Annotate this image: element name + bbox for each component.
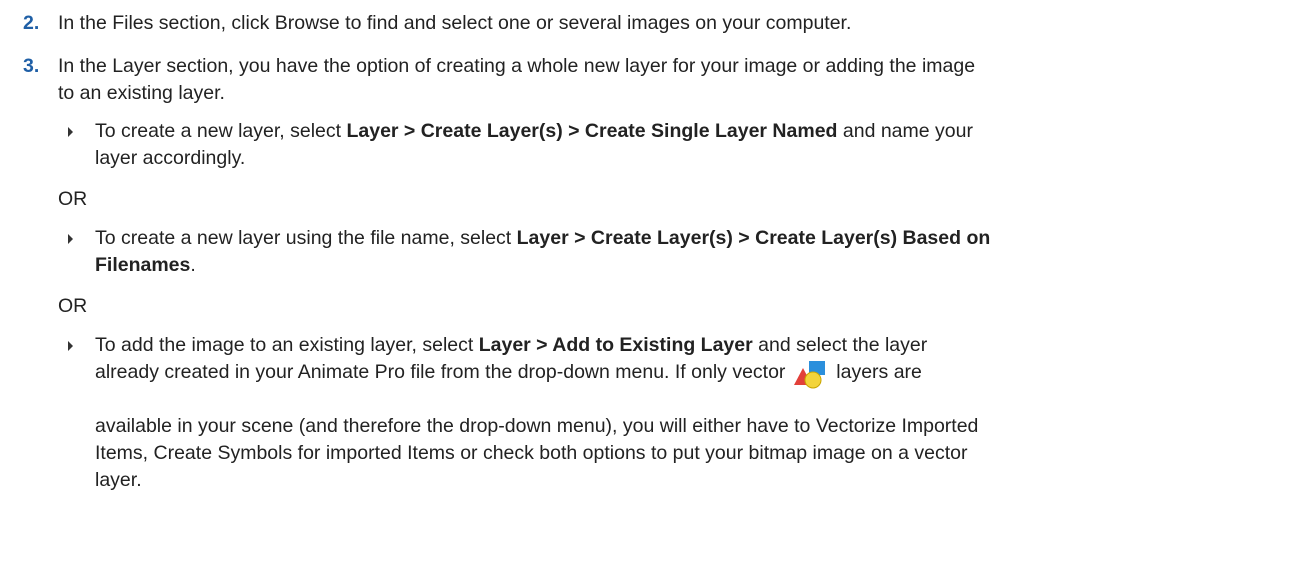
menu-path: Filenames — [95, 254, 191, 276]
bullet-marker — [68, 127, 73, 137]
or-label: OR — [58, 188, 88, 210]
option-text: layer accordingly. — [95, 147, 246, 169]
option-text: Items, Create Symbols for imported Items… — [95, 442, 968, 464]
option-text-post: . — [190, 254, 196, 276]
or-label: OR — [58, 295, 88, 317]
option-text-pre: To create a new layer, select — [95, 120, 347, 142]
option-text-pre: To create a new layer using the file nam… — [95, 227, 517, 249]
option-text-post: layers are — [830, 361, 922, 383]
step-text: In the Layer section, you have the optio… — [58, 55, 976, 77]
bullet-marker — [68, 234, 73, 244]
option-text: layer. — [95, 469, 142, 491]
option-text-pre: To add the image to an existing layer, s… — [95, 334, 479, 356]
document-page: 2. In the Files section, click Browse to… — [0, 0, 1306, 578]
menu-path: Layer > Create Layer(s) > Create Single … — [346, 120, 838, 142]
menu-path: Layer > Add to Existing Layer — [478, 334, 753, 356]
option-text: To add the image to an existing layer, s… — [95, 332, 927, 359]
option-text-post: and select the layer — [752, 334, 928, 356]
option-text: To create a new layer using the file nam… — [95, 225, 990, 252]
step-number: 3. — [23, 55, 40, 77]
step-text: In the Files section, click Browse to fi… — [58, 12, 852, 34]
bullet-marker — [68, 341, 73, 351]
option-text: Filenames. — [95, 252, 196, 279]
step-number: 2. — [23, 12, 40, 34]
step-text: to an existing layer. — [58, 82, 225, 104]
option-text-pre: already created in your Animate Pro file… — [95, 361, 791, 383]
menu-path: Layer > Create Layer(s) > Create Layer(s… — [516, 227, 991, 249]
option-text: To create a new layer, select Layer > Cr… — [95, 118, 973, 145]
option-text: already created in your Animate Pro file… — [95, 359, 922, 390]
option-text-post: and name your — [837, 120, 973, 142]
vector-layer-icon — [793, 361, 825, 389]
option-text: available in your scene (and therefore t… — [95, 415, 979, 437]
